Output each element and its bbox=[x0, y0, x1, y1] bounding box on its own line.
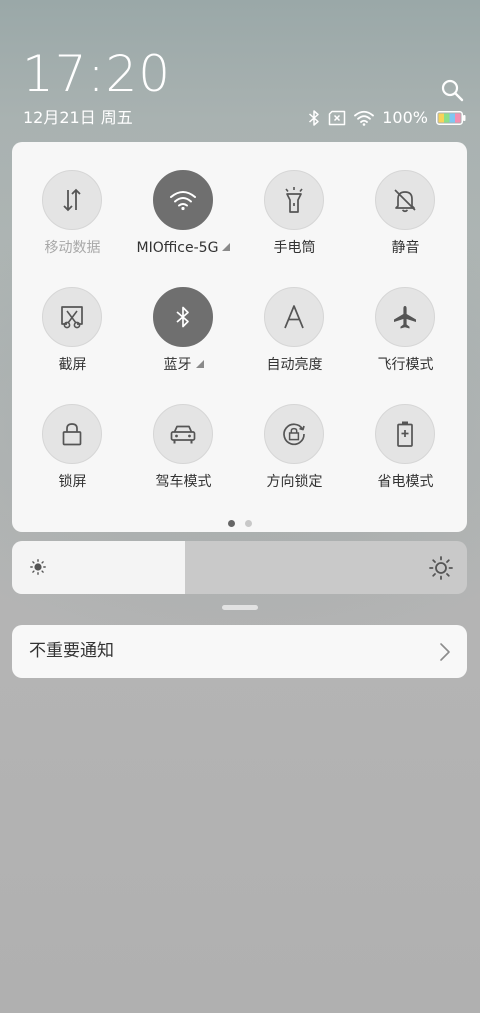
battery-saver-icon bbox=[397, 421, 413, 447]
tile-auto-brightness[interactable]: 自动亮度 bbox=[239, 287, 350, 387]
tile-flashlight-button[interactable] bbox=[264, 170, 324, 230]
wifi-icon bbox=[170, 191, 196, 211]
screenshot-icon bbox=[61, 306, 83, 329]
status-bar-icons: 100% bbox=[308, 107, 466, 129]
bell-off-icon bbox=[394, 189, 416, 213]
tile-mobile-data[interactable]: 移动数据 bbox=[17, 170, 128, 270]
tile-rotation-lock[interactable]: 方向锁定 bbox=[239, 404, 350, 504]
panel-drag-handle[interactable] bbox=[222, 605, 258, 610]
clock-time[interactable]: 17:20 bbox=[22, 44, 171, 104]
tile-mute-button[interactable] bbox=[375, 170, 435, 230]
search-button[interactable] bbox=[440, 78, 464, 102]
tile-wifi-button[interactable] bbox=[153, 170, 213, 230]
rotation-lock-icon bbox=[283, 423, 305, 446]
tile-driving-mode-button[interactable] bbox=[153, 404, 213, 464]
chevron-right-icon bbox=[440, 643, 450, 661]
page-dot-1[interactable] bbox=[227, 520, 235, 527]
tile-bluetooth-button[interactable] bbox=[153, 287, 213, 347]
search-icon bbox=[441, 79, 464, 102]
mobile-data-icon bbox=[63, 188, 81, 212]
tile-mute-label: 静音 bbox=[391, 240, 420, 256]
tile-driving-mode[interactable]: 驾车模式 bbox=[128, 404, 239, 504]
battery-icon bbox=[436, 111, 466, 125]
lock-icon bbox=[62, 423, 82, 446]
tile-rotation-lock-button[interactable] bbox=[264, 404, 324, 464]
tile-battery-saver-button[interactable] bbox=[375, 404, 435, 464]
quick-settings-panel: 移动数据 MIOffice-5G 手电筒 静音 截屏 蓝牙 自动亮度 飞行模式 … bbox=[12, 142, 467, 532]
tile-mobile-data-button[interactable] bbox=[42, 170, 102, 230]
tile-battery-saver-label: 省电模式 bbox=[377, 474, 434, 490]
bluetooth-icon bbox=[176, 306, 189, 328]
tile-bluetooth[interactable]: 蓝牙 bbox=[128, 287, 239, 387]
unimportant-notifications-row[interactable]: 不重要通知 bbox=[12, 625, 467, 678]
tile-screenshot[interactable]: 截屏 bbox=[17, 287, 128, 387]
tile-auto-brightness-button[interactable] bbox=[264, 287, 324, 347]
tile-wifi[interactable]: MIOffice-5G bbox=[128, 170, 239, 270]
tile-flashlight[interactable]: 手电筒 bbox=[239, 170, 350, 270]
tile-battery-saver[interactable]: 省电模式 bbox=[350, 404, 461, 504]
brightness-slider[interactable] bbox=[12, 541, 467, 594]
date-text[interactable]: 12月21日 周五 bbox=[23, 108, 133, 128]
car-icon bbox=[170, 425, 196, 444]
brightness-low-icon bbox=[30, 559, 46, 575]
tile-airplane-mode-button[interactable] bbox=[375, 287, 435, 347]
bluetooth-expand-caret-icon[interactable] bbox=[195, 360, 204, 368]
brightness-high-icon bbox=[429, 556, 453, 580]
tile-screenshot-button[interactable] bbox=[42, 287, 102, 347]
unimportant-notifications-label: 不重要通知 bbox=[29, 641, 114, 661]
airplane-icon bbox=[394, 306, 416, 329]
auto-brightness-icon bbox=[284, 305, 304, 329]
tile-airplane-mode[interactable]: 飞行模式 bbox=[350, 287, 461, 387]
flashlight-icon bbox=[285, 187, 303, 213]
tile-lock-screen-button[interactable] bbox=[42, 404, 102, 464]
no-sim-icon bbox=[329, 110, 346, 126]
page-indicator bbox=[12, 520, 467, 527]
page-dot-2[interactable] bbox=[244, 520, 252, 527]
tile-lock-screen[interactable]: 锁屏 bbox=[17, 404, 128, 504]
wifi-status-icon bbox=[354, 110, 375, 126]
battery-percent: 100% bbox=[382, 108, 428, 127]
tile-airplane-mode-label: 飞行模式 bbox=[377, 357, 434, 373]
bluetooth-status-icon bbox=[309, 110, 319, 126]
tile-mute[interactable]: 静音 bbox=[350, 170, 461, 270]
